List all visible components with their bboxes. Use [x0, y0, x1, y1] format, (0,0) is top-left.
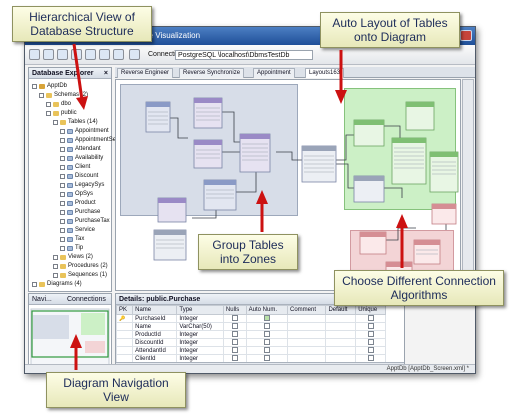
annotation-arrows [70, 43, 408, 370]
